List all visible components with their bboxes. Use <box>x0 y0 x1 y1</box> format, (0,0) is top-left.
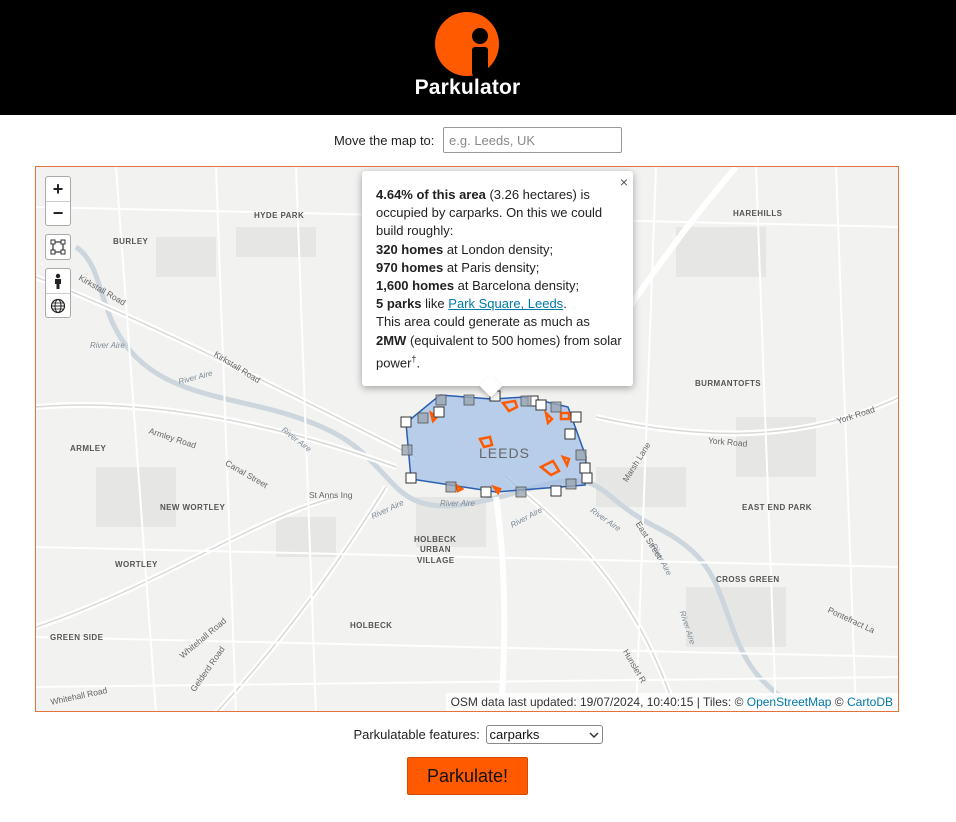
place-label: EAST END PARK <box>742 503 812 512</box>
popup-body: 4.64% of this area (3.26 hectares) is oc… <box>376 186 623 372</box>
polygon-draw-icon[interactable] <box>46 235 70 259</box>
globe-icon[interactable] <box>46 293 70 317</box>
river-label: River Aire <box>90 341 125 350</box>
place-label: ARMLEY <box>70 444 107 453</box>
solar-power: 2MW <box>376 332 407 348</box>
place-label: GREEN SIDE <box>50 633 104 642</box>
info-person-icon <box>435 12 499 76</box>
features-row: Parkulatable features: carparks <box>0 725 956 744</box>
place-label: CROSS GREEN <box>716 575 780 584</box>
place-label: WORTLEY <box>115 560 158 569</box>
road-label: St Anns Ing <box>309 490 353 500</box>
paris-homes: 970 homes <box>376 259 444 275</box>
barcelona-text: at Barcelona density; <box>454 278 580 294</box>
river-label: River Aire <box>440 499 475 508</box>
paris-text: at Paris density; <box>443 259 540 275</box>
solar-end: . <box>416 355 421 371</box>
search-input[interactable] <box>443 127 623 153</box>
cartodb-link[interactable]: CartoDB <box>847 695 893 709</box>
map[interactable]: HYDE PARK HAREHILLS BURLEY BURMANTOFTS A… <box>35 166 899 712</box>
place-label: NEW WORTLEY <box>160 503 226 512</box>
city-label: LEEDS <box>479 445 530 461</box>
place-label: HOLBECK <box>350 621 393 630</box>
place-label: HOLBECK <box>414 535 457 544</box>
map-attribution: OSM data last updated: 19/07/2024, 10:40… <box>445 693 898 711</box>
search-label: Move the map to: <box>333 132 435 148</box>
search-row: Move the map to: <box>0 127 956 153</box>
features-select[interactable]: carparks <box>485 725 603 744</box>
parks-like: like <box>421 296 449 312</box>
london-text: at London density; <box>443 241 554 257</box>
draw-control <box>45 234 71 260</box>
place-label: BURLEY <box>113 237 149 246</box>
site-header: Parkulator <box>0 0 956 115</box>
place-label: HAREHILLS <box>733 209 783 218</box>
view-control <box>45 268 71 318</box>
london-homes: 320 homes <box>376 241 444 257</box>
zoom-in-button[interactable]: + <box>46 177 70 201</box>
park-square-link[interactable]: Park Square, Leeds <box>448 296 563 311</box>
osm-updated: OSM data last updated: 19/07/2024, 10:40… <box>450 695 747 709</box>
zoom-control: + − <box>45 176 71 226</box>
popup-close-button[interactable]: × <box>620 175 628 189</box>
parks-count: 5 parks <box>376 296 422 312</box>
results-popup: × 4.64% of this area (3.26 hectares) is … <box>362 171 633 398</box>
copy-symbol: © <box>831 695 847 709</box>
chevron-down-icon <box>589 731 599 738</box>
place-label: HYDE PARK <box>254 211 305 220</box>
place-label: VILLAGE <box>417 556 455 565</box>
solar-text: This area could generate as much as <box>376 314 590 330</box>
place-label: BURMANTOFTS <box>695 379 762 388</box>
solar-rest: (equivalent to 500 homes) from solar pow… <box>376 332 622 371</box>
openstreetmap-link[interactable]: OpenStreetMap <box>747 695 832 709</box>
features-selected-value: carparks <box>489 727 540 742</box>
parkulate-button[interactable]: Parkulate! <box>407 757 528 795</box>
zoom-out-button[interactable]: − <box>46 201 70 225</box>
area-percent: 4.64% of this area <box>376 187 486 202</box>
parks-end: . <box>563 296 567 312</box>
pegman-icon[interactable] <box>46 269 70 293</box>
place-label: URBAN <box>420 545 451 554</box>
brand-name: Parkulator <box>414 76 521 99</box>
barcelona-homes: 1,600 homes <box>376 278 455 294</box>
features-label: Parkulatable features: <box>353 727 480 742</box>
